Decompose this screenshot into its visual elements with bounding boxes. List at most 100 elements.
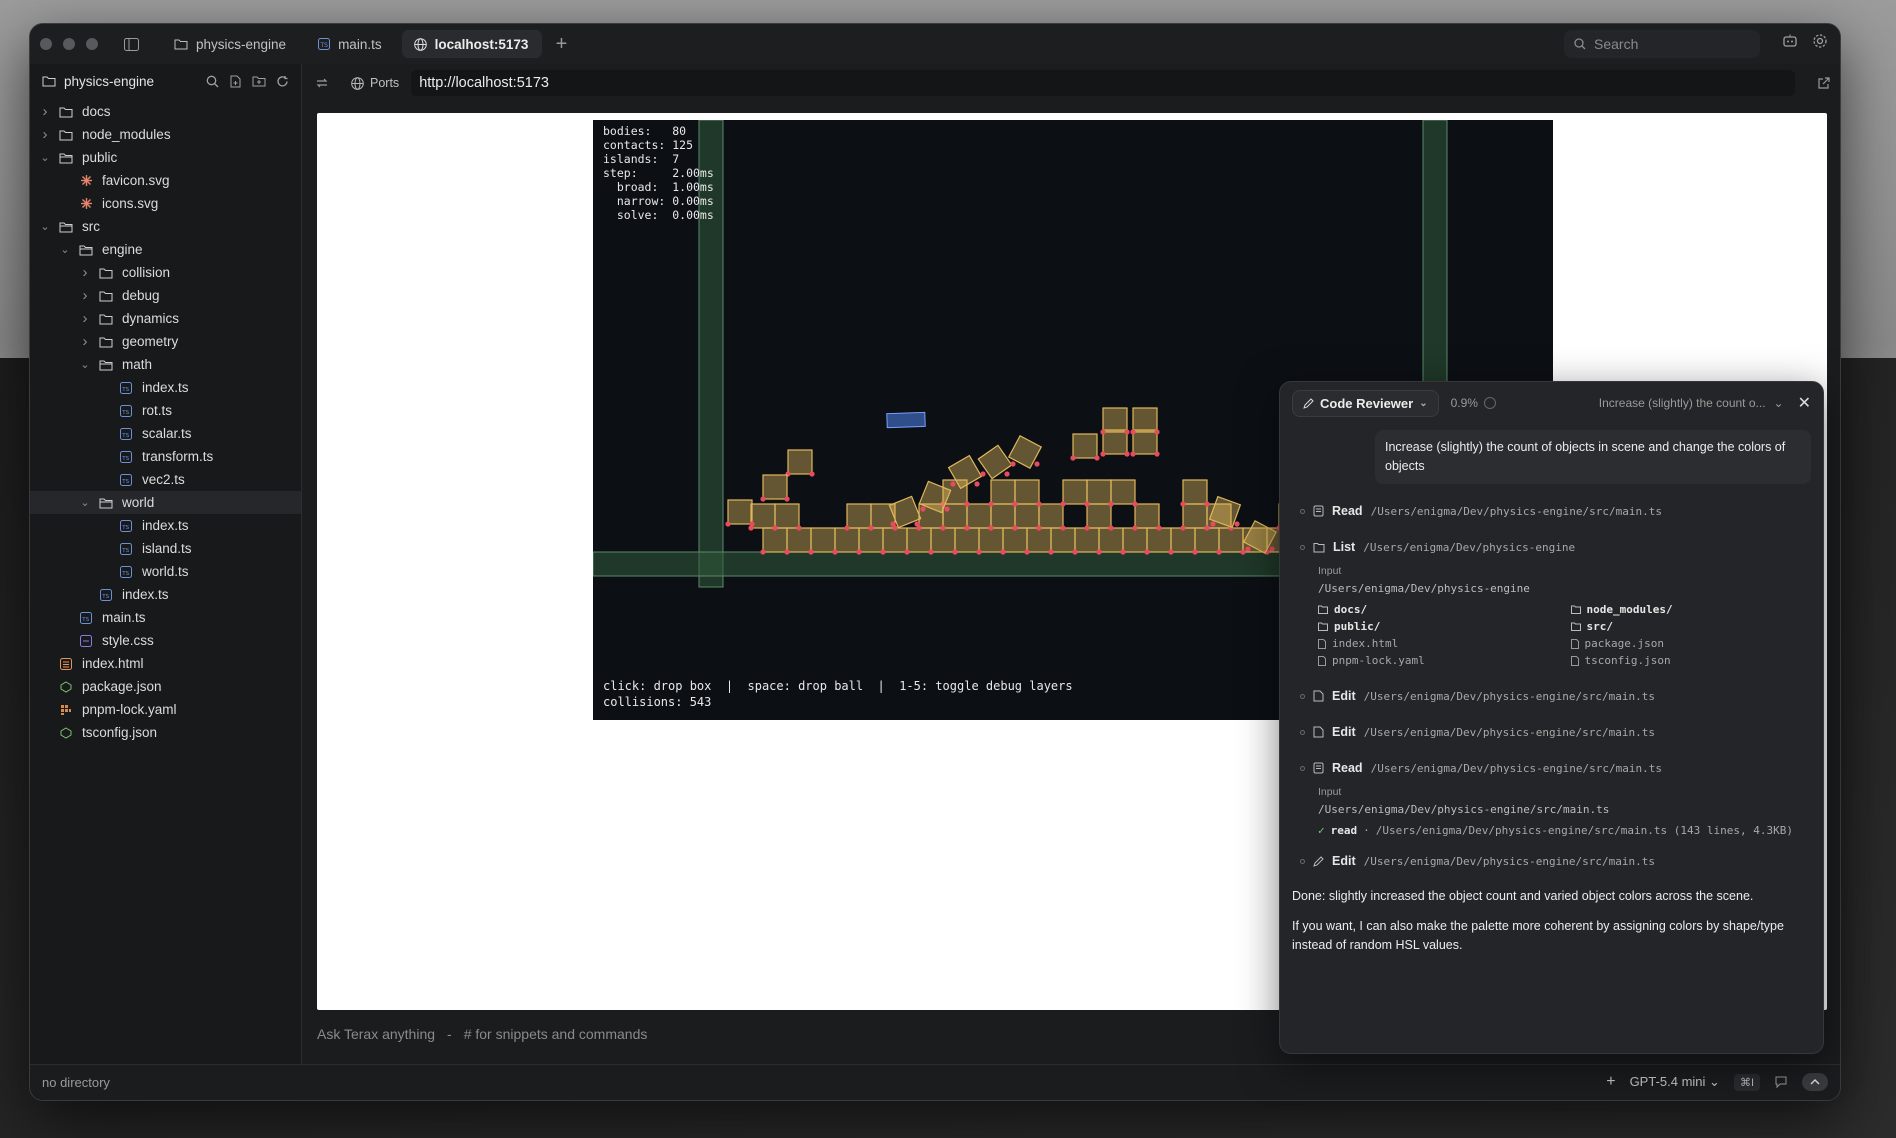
conversation-title[interactable]: Increase (slightly) the count o... ⌄ bbox=[1599, 396, 1784, 410]
physics-box bbox=[1002, 527, 1028, 553]
contact-point bbox=[1100, 429, 1106, 435]
tree-file[interactable]: TS index.ts bbox=[30, 514, 301, 537]
css-file-icon bbox=[78, 634, 94, 648]
tree-folder[interactable]: › debug bbox=[30, 284, 301, 307]
tree-file[interactable]: package.json bbox=[30, 675, 301, 698]
contact-point bbox=[1072, 549, 1078, 555]
tree-item-label: main.ts bbox=[102, 610, 146, 625]
explorer-header: physics-engine bbox=[30, 64, 301, 98]
tree-file[interactable]: favicon.svg bbox=[30, 169, 301, 192]
new-folder-icon[interactable] bbox=[252, 75, 266, 87]
tool-step-edit[interactable]: Edit /Users/enigma/Dev/physics-engine/sr… bbox=[1280, 722, 1823, 742]
contact-point bbox=[920, 506, 926, 512]
ts-file-icon: TS bbox=[118, 542, 134, 556]
tool-step-edit[interactable]: Edit /Users/enigma/Dev/physics-engine/sr… bbox=[1280, 851, 1823, 871]
browser-toolbar: Ports http://localhost:5173 bbox=[303, 64, 1840, 102]
chevron-right-icon[interactable]: › bbox=[78, 310, 92, 327]
add-button[interactable]: + bbox=[1606, 1073, 1615, 1091]
chevron-down-icon[interactable]: ⌄ bbox=[78, 496, 92, 509]
tree-item-label: style.css bbox=[102, 633, 154, 648]
chevron-down-icon[interactable]: ⌄ bbox=[38, 151, 52, 164]
chevron-right-icon[interactable]: › bbox=[78, 333, 92, 350]
svg-text:TS: TS bbox=[121, 570, 129, 576]
zoom-window-button[interactable] bbox=[86, 38, 98, 50]
physics-box bbox=[727, 499, 753, 525]
refresh-icon[interactable] bbox=[276, 75, 289, 88]
physics-box bbox=[787, 449, 813, 475]
tree-folder[interactable]: › docs bbox=[30, 100, 301, 123]
tree-folder[interactable]: ⌄ world bbox=[30, 491, 301, 514]
chevron-right-icon[interactable]: › bbox=[78, 287, 92, 304]
tree-folder[interactable]: › dynamics bbox=[30, 307, 301, 330]
global-search[interactable]: Search bbox=[1564, 30, 1760, 58]
url-input[interactable]: http://localhost:5173 bbox=[411, 70, 1795, 96]
reload-icon[interactable] bbox=[315, 76, 329, 90]
tree-file[interactable]: TS index.ts bbox=[30, 583, 301, 606]
tree-file[interactable]: TS rot.ts bbox=[30, 399, 301, 422]
tree-item-label: index.html bbox=[82, 656, 144, 671]
physics-box bbox=[1014, 479, 1040, 505]
chevron-down-icon[interactable]: ⌄ bbox=[58, 243, 72, 256]
tree-file[interactable]: TS index.ts bbox=[30, 376, 301, 399]
tree-file[interactable]: TS island.ts bbox=[30, 537, 301, 560]
tree-file[interactable]: tsconfig.json bbox=[30, 721, 301, 744]
tree-file[interactable]: TS main.ts bbox=[30, 606, 301, 629]
tree-file[interactable]: pnpm-lock.yaml bbox=[30, 698, 301, 721]
contact-point bbox=[914, 521, 920, 527]
chevron-right-icon[interactable]: › bbox=[78, 264, 92, 281]
ports-button[interactable]: Ports bbox=[341, 76, 399, 90]
chevron-down-icon[interactable]: ⌄ bbox=[38, 220, 52, 233]
agent-icon[interactable] bbox=[1782, 33, 1798, 49]
chevron-down-icon[interactable]: ⌄ bbox=[78, 358, 92, 371]
tab-localhost[interactable]: localhost:5173 bbox=[401, 30, 542, 58]
chevron-right-icon[interactable]: › bbox=[38, 103, 52, 120]
tree-folder[interactable]: › geometry bbox=[30, 330, 301, 353]
tool-step-list[interactable]: List /Users/enigma/Dev/physics-engine bbox=[1280, 537, 1823, 557]
chat-icon[interactable] bbox=[1774, 1075, 1788, 1089]
physics-box bbox=[1086, 479, 1112, 505]
close-icon[interactable]: ✕ bbox=[1798, 393, 1811, 413]
tree-item-label: math bbox=[122, 357, 153, 372]
tool-step-read[interactable]: Read /Users/enigma/Dev/physics-engine/sr… bbox=[1280, 501, 1823, 521]
contact-point bbox=[1060, 501, 1066, 507]
separator-dot: · bbox=[1363, 824, 1370, 837]
contact-point bbox=[1216, 549, 1222, 555]
search-icon[interactable] bbox=[206, 75, 219, 88]
tree-file[interactable]: style.css bbox=[30, 629, 301, 652]
tree-folder[interactable]: ⌄ engine bbox=[30, 238, 301, 261]
tree-folder[interactable]: ⌄ src bbox=[30, 215, 301, 238]
agent-selector[interactable]: Code Reviewer ⌄ bbox=[1292, 389, 1439, 417]
tree-file[interactable]: TS scalar.ts bbox=[30, 422, 301, 445]
read-result: ✓ read · /Users/enigma/Dev/physics-engin… bbox=[1318, 824, 1793, 837]
collapse-panel-button[interactable] bbox=[1802, 1073, 1828, 1091]
minimize-window-button[interactable] bbox=[63, 38, 75, 50]
gear-icon[interactable] bbox=[1812, 33, 1828, 49]
close-window-button[interactable] bbox=[40, 38, 52, 50]
tree-folder[interactable]: › collision bbox=[30, 261, 301, 284]
model-selector[interactable]: GPT-5.4 mini ⌄ bbox=[1630, 1074, 1720, 1090]
tree-file[interactable]: TS transform.ts bbox=[30, 445, 301, 468]
tree-file[interactable]: icons.svg bbox=[30, 192, 301, 215]
toggle-sidebar-icon[interactable] bbox=[120, 33, 142, 55]
tree-file[interactable]: TS world.ts bbox=[30, 560, 301, 583]
new-tab-button[interactable]: + bbox=[556, 33, 568, 56]
tree-item-label: icons.svg bbox=[102, 196, 159, 211]
tree-item-label: world bbox=[122, 495, 155, 510]
open-external-icon[interactable] bbox=[1817, 76, 1830, 90]
tree-item-label: package.json bbox=[82, 679, 162, 694]
tree-folder[interactable]: ⌄ math bbox=[30, 353, 301, 376]
folder-icon bbox=[98, 289, 114, 303]
new-file-icon[interactable] bbox=[229, 75, 242, 88]
tab-physics-engine[interactable]: physics-engine bbox=[162, 30, 302, 58]
tool-step-read[interactable]: Read /Users/enigma/Dev/physics-engine/sr… bbox=[1280, 758, 1823, 778]
tree-item-label: geometry bbox=[122, 334, 179, 349]
tree-file[interactable]: index.html bbox=[30, 652, 301, 675]
contact-point bbox=[950, 481, 956, 487]
tree-folder[interactable]: ⌄ public bbox=[30, 146, 301, 169]
tree-folder[interactable]: › node_modules bbox=[30, 123, 301, 146]
tab-main-ts[interactable]: TS main.ts bbox=[306, 30, 398, 58]
tree-file[interactable]: TS vec2.ts bbox=[30, 468, 301, 491]
chevron-right-icon[interactable]: › bbox=[38, 126, 52, 143]
ask-bar[interactable]: Ask Terax anything - # for snippets and … bbox=[317, 1026, 647, 1042]
tool-step-edit[interactable]: Edit /Users/enigma/Dev/physics-engine/sr… bbox=[1280, 686, 1823, 706]
